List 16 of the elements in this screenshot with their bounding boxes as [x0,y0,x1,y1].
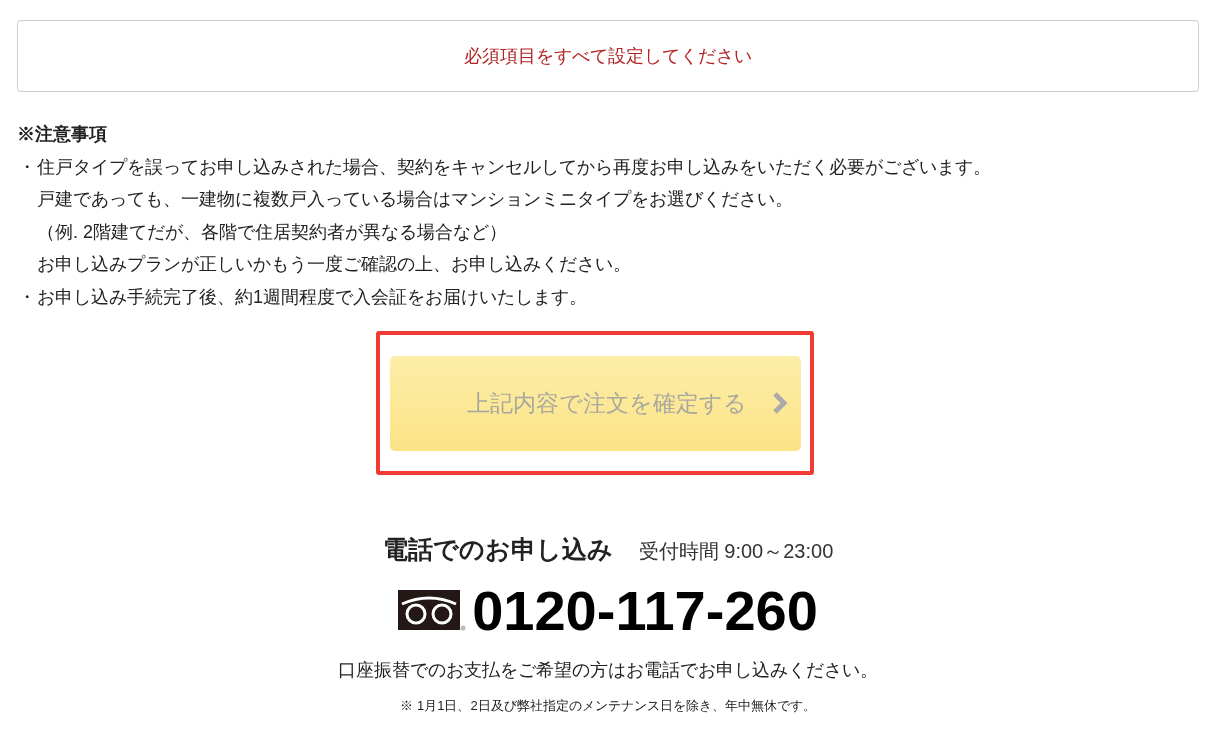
phone-number: 0120-117-260 [472,578,818,643]
reception-hours: 受付時間 9:00～23:00 [638,539,834,564]
note-line: 戸建であっても、一建物に複数戸入っている場合はマンションミニタイプをお選びください。 [37,188,793,211]
chevron-right-icon [772,392,787,414]
note-line: （例. 2階建てだが、各階で住居契約者が異なる場合など） [37,220,507,244]
footnote: ※ 1月1日、2日及び弊社指定のメンテナンス日を除き、年中無休です。 [400,696,816,715]
notes-title: ※注意事項 [17,123,107,146]
note-line: 住戸タイプを誤ってお申し込みされた場合、契約をキャンセルしてから再度お申し込みをいただく必要がございます。 [37,155,991,179]
alert-message: 必須項目をすべて設定してください [464,44,752,68]
bullet: ・ [17,285,37,309]
note-line: お申し込み手続完了後、約1週間程度で入会証をお届けいたします。 [37,285,587,309]
freephone-icon [398,589,467,632]
phone-heading: 電話でのお申し込み [382,534,613,565]
payment-note: 口座振替でのお支払をご希望の方はお電話でお申し込みください。 [338,658,878,682]
note-line: お申し込みプランが正しいかもう一度ご確認の上、お申し込みください。 [37,253,631,276]
bullet: ・ [17,155,37,179]
